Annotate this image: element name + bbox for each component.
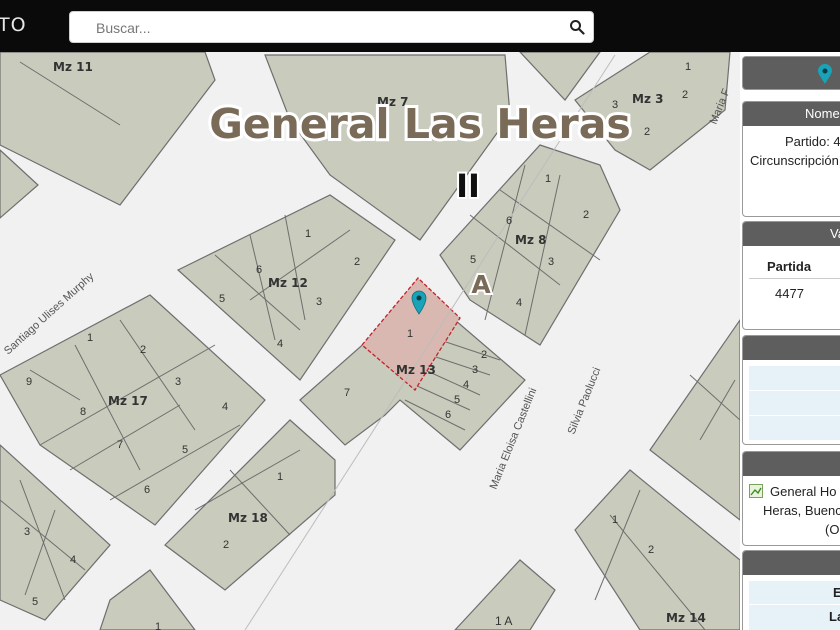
extra-table: E La	[749, 581, 840, 630]
zone-label-a: A	[471, 270, 491, 299]
svg-text:3: 3	[24, 526, 30, 538]
map-canvas[interactable]: 1322 16 2 5 34 162 5 34 123 456 7 129 38 4 7…	[0, 52, 740, 630]
svg-text:3: 3	[175, 376, 181, 388]
svg-text:6: 6	[506, 215, 512, 227]
partido-text: Partido: 4	[785, 134, 840, 149]
label-mz14: Mz 14	[666, 611, 706, 625]
svg-text:2: 2	[648, 544, 654, 556]
svg-text:2: 2	[682, 89, 688, 101]
status-row	[749, 391, 840, 416]
svg-text:7: 7	[344, 387, 350, 399]
map-title: General Las Heras	[209, 100, 631, 148]
svg-text:6: 6	[445, 409, 451, 421]
location-pin-icon	[818, 64, 832, 84]
svg-text:5: 5	[32, 596, 38, 608]
table-divider	[749, 278, 840, 279]
svg-text:3: 3	[472, 364, 478, 376]
svg-text:6: 6	[144, 484, 150, 496]
status-header	[743, 336, 840, 360]
ubicacion-card: General Ho Heras, Buenc (Op	[742, 451, 840, 546]
label-mz17: Mz 17	[108, 394, 148, 408]
extra-divider	[749, 604, 840, 605]
svg-text:2: 2	[481, 349, 487, 361]
svg-text:2: 2	[644, 126, 650, 138]
ubicacion-line3: (Op	[825, 522, 840, 537]
info-panel: Nome Partido: 4 Circunscripción Va Parti…	[740, 52, 840, 630]
svg-text:2: 2	[140, 344, 146, 356]
map-view[interactable]: 1322 162 534 162 534 123 456 7 129 384 7…	[0, 52, 740, 630]
svg-text:4: 4	[70, 554, 76, 566]
svg-text:3: 3	[548, 256, 554, 268]
top-bar: TO	[0, 0, 840, 52]
svg-text:5: 5	[219, 293, 225, 305]
partida-column-header: Partida	[767, 259, 812, 274]
status-row	[749, 366, 840, 391]
search-icon[interactable]	[569, 19, 585, 35]
label-mz11: Mz 11	[53, 60, 93, 74]
svg-text:1: 1	[277, 471, 283, 483]
search-box[interactable]	[69, 11, 594, 43]
svg-text:1: 1	[545, 173, 551, 185]
search-input[interactable]	[94, 18, 558, 38]
app-brand: TO	[0, 14, 27, 36]
svg-text:5: 5	[182, 444, 188, 456]
ubicacion-line2: Heras, Buenc	[763, 503, 840, 518]
svg-text:7: 7	[117, 439, 123, 451]
svg-text:4: 4	[463, 379, 469, 391]
svg-text:5: 5	[454, 394, 460, 406]
extra-card: E La	[742, 550, 840, 630]
label-mz3: Mz 3	[632, 92, 663, 106]
label-lot-1a: 1 A	[495, 614, 512, 628]
svg-text:1: 1	[612, 514, 618, 526]
status-table	[749, 366, 840, 440]
ubicacion-header	[743, 452, 840, 476]
svg-text:1: 1	[305, 228, 311, 240]
marker-card[interactable]	[742, 56, 840, 90]
svg-text:4: 4	[222, 401, 228, 413]
valuacion-card: Va Partida 4477	[742, 221, 840, 330]
svg-text:1: 1	[407, 328, 413, 340]
extra-row2: La	[829, 609, 840, 624]
svg-text:2: 2	[354, 256, 360, 268]
status-card	[742, 335, 840, 445]
nomenclatura-header: Nome	[743, 102, 840, 126]
label-mz8: Mz 8	[515, 233, 546, 247]
circunscripcion-text: Circunscripción	[750, 153, 839, 168]
svg-text:2: 2	[583, 209, 589, 221]
zone-label-ii: II	[456, 167, 480, 205]
extra-row1: E	[833, 585, 840, 600]
svg-text:6: 6	[256, 264, 262, 276]
map-thumbnail-icon	[749, 484, 763, 498]
svg-text:9: 9	[26, 376, 32, 388]
valuacion-header: Va	[743, 222, 840, 246]
svg-text:2: 2	[223, 539, 229, 551]
svg-text:5: 5	[470, 254, 476, 266]
label-mz13: Mz 13	[396, 363, 436, 377]
svg-text:1: 1	[155, 621, 161, 630]
svg-text:3: 3	[316, 296, 322, 308]
label-mz18: Mz 18	[228, 511, 268, 525]
partida-value: 4477	[775, 286, 804, 301]
label-mz12: Mz 12	[268, 276, 308, 290]
svg-text:1: 1	[685, 61, 691, 73]
ubicacion-line1[interactable]: General Ho	[770, 484, 836, 499]
svg-text:8: 8	[80, 406, 86, 418]
svg-text:4: 4	[277, 338, 283, 350]
svg-text:1: 1	[87, 332, 93, 344]
nomenclatura-card: Nome Partido: 4 Circunscripción	[742, 101, 840, 217]
svg-text:4: 4	[516, 297, 522, 309]
extra-header	[743, 551, 840, 575]
